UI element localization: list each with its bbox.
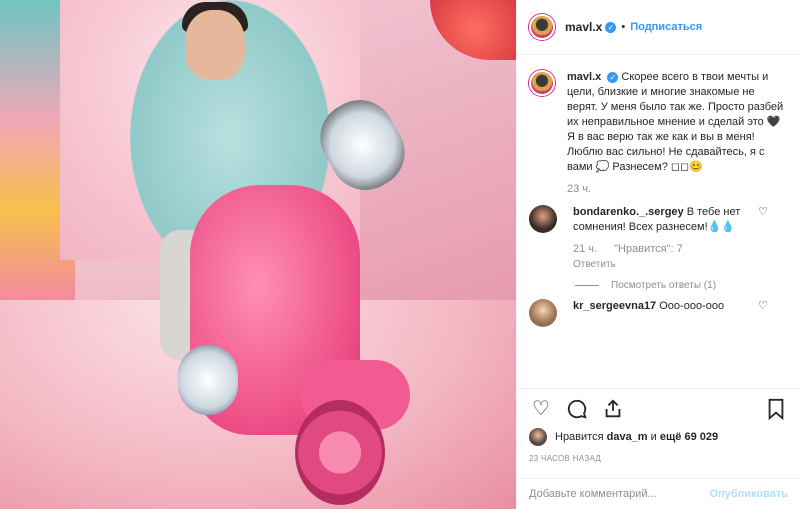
comment-text: bondarenko._.sergey В тебе нет сомнения!… <box>573 205 753 235</box>
comment-item: kr_sergeevna17 Ооо-ооо-ооо ♡ <box>529 299 788 327</box>
commenter-avatar[interactable] <box>529 205 557 233</box>
photo-person <box>178 345 238 415</box>
add-comment-bar: Добавьте комментарий... Опубликовать <box>517 478 800 509</box>
publish-button[interactable]: Опубликовать <box>709 488 788 500</box>
author-avatar[interactable] <box>529 14 555 40</box>
photo-person <box>185 10 245 80</box>
caption: mavl.x ✓ Скорее всего в твои мечты и цел… <box>529 70 788 195</box>
post-timestamp[interactable]: 23 ЧАСОВ НАЗАД <box>529 454 601 463</box>
comment-username[interactable]: bondarenko._.sergey <box>573 206 684 218</box>
follow-button[interactable]: Подписаться <box>630 21 702 33</box>
view-replies-button[interactable]: Посмотреть ответы (1) <box>575 280 788 291</box>
like-comment-heart-icon[interactable]: ♡ <box>758 299 768 312</box>
comment-time[interactable]: 21 ч. <box>573 243 597 255</box>
comment-meta: 21 ч. "Нравится": 7 <box>573 243 753 255</box>
liker-avatar[interactable] <box>529 428 547 446</box>
comments-list[interactable]: mavl.x ✓ Скорее всего в твои мечты и цел… <box>517 56 800 386</box>
heart-icon[interactable]: ♡ <box>529 397 553 421</box>
caption-body: Скорее всего в твои мечты и цели, близки… <box>567 71 784 173</box>
comment-item: bondarenko._.sergey В тебе нет сомнения!… <box>529 205 788 270</box>
comment-body: Ооо-ооо-ооо <box>659 300 725 312</box>
comment-icon[interactable] <box>565 397 589 421</box>
likes-prefix: Нравится <box>555 431 604 443</box>
post-photo[interactable] <box>0 0 516 509</box>
comment-text: kr_sergeevna17 Ооо-ооо-ооо <box>573 299 724 327</box>
instagram-post-view: mavl.x ✓ • Подписаться mavl.x ✓ Скорее в… <box>0 0 800 509</box>
author-username[interactable]: mavl.x <box>565 20 602 34</box>
photo-scooter <box>295 400 385 505</box>
comment-likes[interactable]: "Нравится": 7 <box>614 243 683 255</box>
comment-username[interactable]: kr_sergeevna17 <box>573 300 656 312</box>
verified-icon: ✓ <box>605 21 617 33</box>
caption-text: mavl.x ✓ Скорее всего в твои мечты и цел… <box>567 70 788 175</box>
like-comment-heart-icon[interactable]: ♡ <box>758 205 768 218</box>
likes-conjunction: и <box>650 431 657 443</box>
reply-button[interactable]: Ответить <box>573 259 753 270</box>
share-icon[interactable] <box>601 397 625 421</box>
separator-dot: • <box>621 21 626 33</box>
post-header: mavl.x ✓ • Подписаться <box>517 0 800 55</box>
view-replies-label: Посмотреть ответы (1) <box>611 280 717 291</box>
comment-input[interactable]: Добавьте комментарий... <box>529 488 709 500</box>
caption-time[interactable]: 23 ч. <box>567 183 788 195</box>
likes-count[interactable]: ещё 69 029 <box>660 431 718 443</box>
bookmark-icon[interactable] <box>764 397 788 421</box>
post-actions: ♡ <box>517 388 800 428</box>
likes-summary: Нравится dava_m и ещё 69 029 <box>529 428 718 446</box>
caption-username[interactable]: mavl.x <box>567 71 601 83</box>
liker-username[interactable]: dava_m <box>607 431 648 443</box>
commenter-avatar[interactable] <box>529 299 557 327</box>
author-avatar[interactable] <box>529 70 555 96</box>
verified-icon: ✓ <box>607 71 619 83</box>
post-side-panel: mavl.x ✓ • Подписаться mavl.x ✓ Скорее в… <box>516 0 800 509</box>
